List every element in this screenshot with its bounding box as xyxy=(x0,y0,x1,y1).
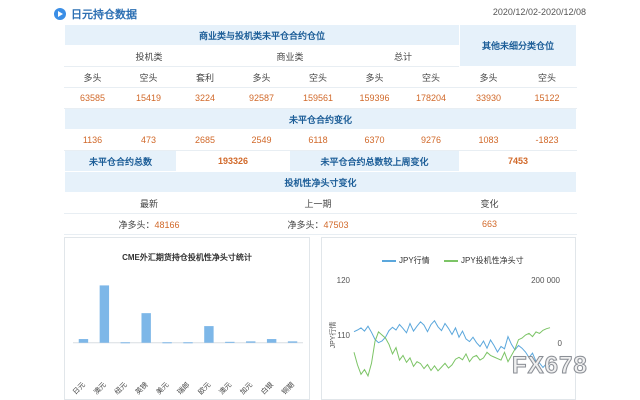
x-tick-label: 白银 xyxy=(259,380,275,396)
group-commercial: 商业类 xyxy=(233,45,347,67)
col-short: 空头 xyxy=(289,66,347,88)
x-tick-label: 铜期 xyxy=(280,380,296,396)
change-value: 2685 xyxy=(176,129,234,151)
position-value: 15419 xyxy=(120,87,177,109)
section-nonreportable: 其他未细分类仓位 xyxy=(459,24,578,67)
net-change-label: 变化 xyxy=(401,192,578,214)
bar xyxy=(162,342,172,344)
watermark-logo: FX678 xyxy=(512,352,588,380)
x-tick-label: 英镑 xyxy=(133,380,149,396)
x-tick-label: 纽元 xyxy=(112,380,128,396)
bar xyxy=(183,342,193,344)
net-change: 663 xyxy=(401,213,578,235)
col-long: 多头 xyxy=(233,66,290,88)
position-value: 3224 xyxy=(176,87,234,109)
change-value: 473 xyxy=(120,129,177,151)
position-value: 159396 xyxy=(346,87,403,109)
section-net-position: 投机性净头寸变化 xyxy=(63,171,578,193)
position-value: 33930 xyxy=(459,87,519,109)
net-prefix: 净多头： xyxy=(118,219,155,230)
date-range: 2020/12/02-2020/12/08 xyxy=(492,7,586,17)
section-changes: 未平仓合约变化 xyxy=(63,108,578,130)
oi-change-value: 7453 xyxy=(459,150,578,172)
oi-change-label: 未平仓合约总数较上周变化 xyxy=(288,150,461,172)
change-value: 2549 xyxy=(233,129,290,151)
bar-chart: 日元 澳元 纽元 英镑 美元 瑞郎 欧元 澳元 加元 白银 铜期 xyxy=(71,285,303,397)
x-tick-label: 澳元 xyxy=(217,380,233,396)
bar-chart-panel: CME外汇期货持仓投机性净头寸统计 日元 澳元 纽元 英镑 美元 瑞郎 欧元 澳元 加元 白银 铜期 xyxy=(64,237,310,400)
position-value: 159561 xyxy=(289,87,347,109)
position-value: 92587 xyxy=(233,87,290,109)
net-latest: 净多头：48166 xyxy=(64,213,234,235)
left-tick-label: 120 xyxy=(337,276,351,285)
change-value: 1083 xyxy=(459,129,519,151)
col-short: 空头 xyxy=(401,66,461,88)
x-tick-label: 加元 xyxy=(238,380,254,396)
net-latest-label: 最新 xyxy=(64,192,234,214)
x-tick-label: 瑞郎 xyxy=(175,380,191,396)
position-value: 178204 xyxy=(401,87,461,109)
change-value: 6370 xyxy=(346,129,403,151)
bar xyxy=(225,341,235,343)
col-long: 多头 xyxy=(64,66,121,88)
position-value: 15122 xyxy=(517,87,578,109)
net-prev-value: 47503 xyxy=(323,219,349,230)
change-value: 1136 xyxy=(64,129,121,151)
col-spread: 套利 xyxy=(176,66,234,88)
net-prev: 净多头：47503 xyxy=(233,213,403,235)
net-change-value: 663 xyxy=(482,219,498,229)
left-axis-label: JPY行情 xyxy=(328,322,337,349)
col-long: 多头 xyxy=(346,66,403,88)
circle-play-icon xyxy=(54,8,66,20)
right-tick-label: 0 xyxy=(558,339,563,348)
group-total: 总计 xyxy=(345,45,461,67)
change-value: -1823 xyxy=(517,129,578,151)
bar xyxy=(141,313,151,343)
net-prefix: 净多头： xyxy=(287,219,324,230)
col-short: 空头 xyxy=(517,66,578,88)
col-long: 多头 xyxy=(459,66,519,88)
page-header: 日元持仓数据 2020/12/02-2020/12/08 xyxy=(54,5,586,23)
col-short: 空头 xyxy=(120,66,177,88)
positions-table: 商业类与投机类未平仓合约仓位 其他未细分类仓位 投机类 商业类 总计 多头 空头… xyxy=(63,24,578,235)
section-reportable: 商业类与投机类未平仓合约仓位 xyxy=(63,24,461,46)
bar xyxy=(204,326,214,343)
x-tick-label: 美元 xyxy=(154,380,170,396)
position-value: 63585 xyxy=(64,87,121,109)
net-latest-value: 48166 xyxy=(154,219,180,230)
bar xyxy=(246,341,256,343)
group-noncommercial: 投机类 xyxy=(64,45,234,67)
oi-total-value: 193326 xyxy=(176,150,290,172)
x-tick-label: 澳元 xyxy=(92,380,108,396)
change-value: 6118 xyxy=(289,129,347,151)
bar xyxy=(78,339,89,343)
bar xyxy=(266,339,277,343)
bar xyxy=(287,341,298,343)
change-value: 9276 xyxy=(401,129,461,151)
bar xyxy=(99,285,110,343)
x-tick-label: 日元 xyxy=(71,381,87,397)
oi-total-label: 未平仓合约总数 xyxy=(64,150,177,172)
page-title: 日元持仓数据 xyxy=(71,9,137,21)
x-tick-label: 欧元 xyxy=(196,380,212,396)
bar xyxy=(120,342,130,344)
right-tick-label: 200 000 xyxy=(531,276,560,285)
net-prev-label: 上一期 xyxy=(233,192,403,214)
left-tick-label: 110 xyxy=(337,331,350,340)
